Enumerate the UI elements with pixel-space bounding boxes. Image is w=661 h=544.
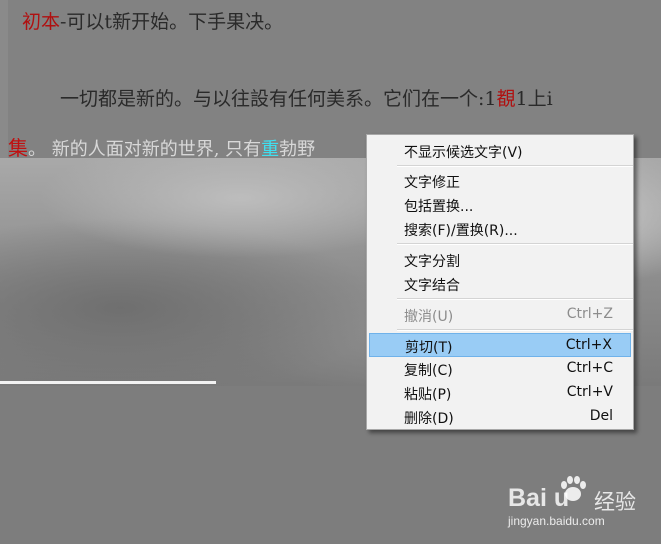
menu-item-include-replace[interactable]: 包括置换...: [369, 193, 631, 217]
menu-item-label: 粘贴(P): [404, 387, 452, 403]
menu-item-shortcut: Ctrl+X: [565, 337, 612, 353]
line-text: -可以t新开始。下手果决。: [60, 11, 284, 33]
image-edge-line: [0, 381, 216, 384]
line-text: 勃野: [279, 139, 316, 160]
document-line-1[interactable]: 初本-可以t新开始。下手果决。: [22, 7, 283, 34]
menu-item-label: 撤消(U): [404, 309, 454, 325]
menu-item-undo: 撤消(U) Ctrl+Z: [369, 303, 631, 327]
menu-item-shortcut: Del: [589, 408, 613, 424]
menu-item-label: 文字分割: [404, 254, 460, 270]
baidu-watermark: Bai u 经验 jingyan.baidu.com: [508, 476, 658, 538]
document-line-2[interactable]: 一切都是新的。与以往設有任何美系。它们在一个:1覩1上i: [60, 84, 553, 111]
menu-item-label: 复制(C): [404, 363, 453, 379]
menu-separator: [397, 165, 633, 167]
line-text: 一切都是新的。与以往設有任何美系。它们在一个:1: [60, 88, 497, 110]
menu-item-copy[interactable]: 复制(C) Ctrl+C: [369, 357, 631, 381]
menu-separator: [397, 298, 633, 300]
menu-item-paste[interactable]: 粘贴(P) Ctrl+V: [369, 381, 631, 405]
document-left-edge: [0, 0, 8, 160]
menu-item-label: 剪切(T): [405, 340, 453, 356]
menu-item-label: 包括置换...: [404, 199, 474, 215]
menu-item-shortcut: Ctrl+V: [566, 384, 613, 400]
menu-item-text-split[interactable]: 文字分割: [369, 248, 631, 272]
menu-item-cut[interactable]: 剪切(T) Ctrl+X: [369, 333, 631, 357]
menu-item-text-combine[interactable]: 文字结合: [369, 272, 631, 296]
menu-item-hide-candidates[interactable]: 不显示候选文字(V): [369, 139, 631, 163]
menu-item-label: 文字结合: [404, 278, 460, 294]
document-line-3[interactable]: 集。 新的人面对新的世界, 只有重勃野: [8, 132, 315, 161]
menu-item-label: 文字修正: [404, 175, 460, 191]
paw-icon: [561, 476, 586, 501]
cyan-text: 重: [261, 139, 280, 160]
menu-item-search-replace[interactable]: 搜索(F)/置换(R)...: [369, 217, 631, 241]
menu-item-label: 不显示候选文字(V): [404, 145, 523, 161]
red-text: 覩: [496, 88, 516, 110]
menu-item-shortcut: Ctrl+Z: [566, 306, 613, 322]
watermark-brand-text: 经验: [594, 490, 636, 514]
menu-item-text-correction[interactable]: 文字修正: [369, 169, 631, 193]
menu-item-label: 删除(D): [404, 411, 454, 427]
context-menu: 不显示候选文字(V) 文字修正 包括置换... 搜索(F)/置换(R)... 文…: [366, 134, 634, 430]
menu-separator: [397, 243, 633, 245]
red-text: 初本: [22, 11, 61, 33]
line-text: 1上i: [515, 88, 553, 110]
menu-separator: [397, 329, 633, 331]
watermark-url: jingyan.baidu.com: [508, 514, 605, 528]
red-text: 集: [8, 136, 28, 160]
line-text: 。 新的人面对新的世界, 只有: [28, 139, 262, 160]
menu-item-delete[interactable]: 删除(D) Del: [369, 405, 631, 429]
menu-item-shortcut: Ctrl+C: [566, 360, 613, 376]
menu-item-label: 搜索(F)/置换(R)...: [404, 223, 518, 239]
